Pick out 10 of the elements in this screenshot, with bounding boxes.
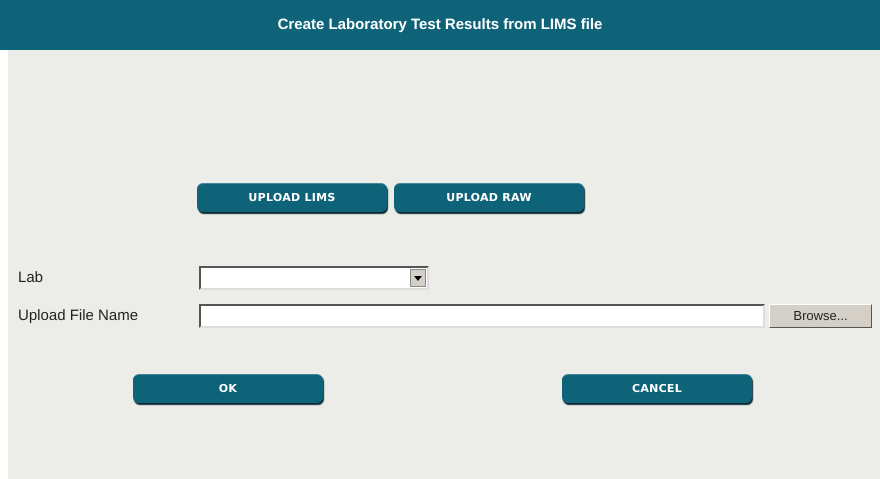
field-label: Upload File Name xyxy=(18,307,138,324)
field-label: Lab xyxy=(18,269,44,286)
action-button[interactable]: OK xyxy=(133,374,323,403)
action-button[interactable]: CANCEL xyxy=(562,374,752,403)
upload-button[interactable]: UPLOAD RAW xyxy=(394,183,584,212)
lab-dropdown[interactable] xyxy=(199,266,429,290)
file-name-field[interactable] xyxy=(199,304,765,328)
upload-button[interactable]: UPLOAD LIMS xyxy=(197,183,387,212)
page-title: Create Laboratory Test Results from LIMS file xyxy=(278,14,602,35)
browse-button[interactable]: Browse... xyxy=(769,304,872,328)
